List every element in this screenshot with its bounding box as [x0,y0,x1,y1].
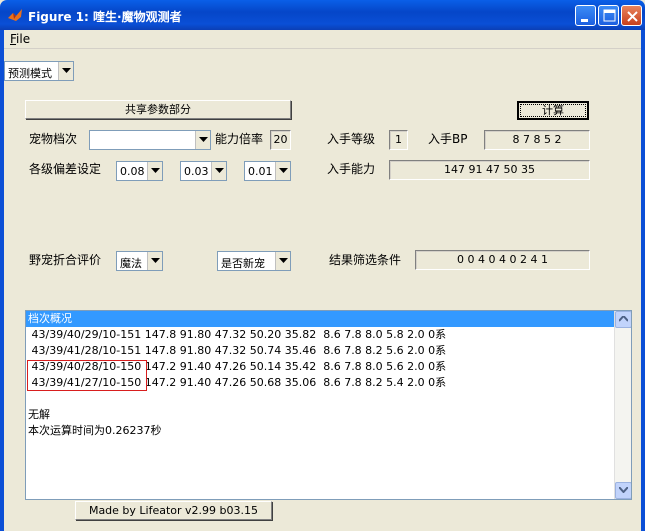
acquire-level-label: 入手等级 [327,132,376,146]
filter-input[interactable]: 0 0 4 0 4 0 2 4 1 [415,250,590,270]
chevron-down-icon [279,258,288,263]
deviation-value-1: 0.08 [120,165,145,178]
deviation-select-3[interactable]: 0.01 [244,161,291,181]
wild-eval-value: 魔法 [120,257,142,270]
results-listbox[interactable]: 档次概况 43/39/40/29/10-151 147.8 91.80 47.3… [25,310,632,500]
maximize-button[interactable] [598,5,619,26]
pet-grade-label: 宠物档次 [29,132,78,146]
scroll-up-button[interactable] [615,311,631,328]
acquire-ability-input[interactable]: 147 91 47 50 35 [389,160,590,180]
wild-eval-arrow[interactable] [147,252,162,270]
deviation-arrow-2[interactable] [211,162,226,180]
chevron-down-icon [279,168,288,173]
deviation-value-2: 0.03 [184,165,209,178]
ability-multiplier-input[interactable]: 20 [270,130,291,150]
deviation-select-1[interactable]: 0.08 [116,161,163,181]
chevron-down-icon [151,168,160,173]
deviation-select-2[interactable]: 0.03 [180,161,227,181]
wild-eval-label: 野宠折合评价 [29,253,102,267]
acquire-bp-input[interactable]: 8 7 8 5 2 [484,130,590,150]
deviation-arrow-1[interactable] [147,162,162,180]
results-line-6[interactable]: 无解 [26,407,616,423]
results-line-2[interactable]: 43/39/41/28/10-151 147.8 91.80 47.32 50.… [26,343,616,359]
results-line-1[interactable]: 43/39/40/29/10-151 147.8 91.80 47.32 50.… [26,327,616,343]
results-line-0[interactable]: 档次概况 [26,311,616,327]
close-button[interactable] [621,5,642,26]
calculate-button[interactable]: 计算 [517,101,589,120]
results-line-5[interactable] [26,391,616,407]
new-pet-arrow[interactable] [275,252,290,270]
chevron-down-icon [151,258,160,263]
acquire-bp-label: 入手BP [428,132,468,146]
menu-file[interactable]: File [10,32,30,46]
window-title: Figure 1: 喹生·魔物观测者 [28,10,182,24]
deviation-arrow-3[interactable] [275,162,290,180]
maximize-icon [603,9,616,22]
chevron-down-icon [199,137,208,142]
deviation-label: 各级偏差设定 [29,162,102,176]
chevron-down-icon [215,168,224,173]
deviation-value-3: 0.01 [248,165,273,178]
menu-bar: File [4,30,641,49]
wild-eval-select[interactable]: 魔法 [116,251,163,271]
minimize-button[interactable] [575,5,596,26]
ability-multiplier-label: 能力倍率 [215,132,264,146]
new-pet-value: 是否新宠 [221,257,265,270]
title-bar[interactable]: Figure 1: 喹生·魔物观测者 [0,0,645,30]
minimize-icon [581,19,588,22]
matlab-figure-icon [7,7,23,23]
results-line-7[interactable]: 本次运算时间为0.26237秒 [26,423,616,439]
scroll-down-button[interactable] [615,482,631,499]
shared-params-button[interactable]: 共享参数部分 [25,100,291,119]
results-scrollbar[interactable] [614,311,631,499]
chevron-down-icon [62,68,71,73]
mode-select[interactable]: 预测模式 [4,61,74,81]
new-pet-select[interactable]: 是否新宠 [217,251,291,271]
pet-grade-arrow[interactable] [195,131,210,149]
made-by-button[interactable]: Made by Lifeator v2.99 b03.15 [75,501,272,520]
mode-select-arrow[interactable] [58,62,73,80]
acquire-level-input[interactable]: 1 [389,130,408,150]
highlight-box [27,360,147,391]
window-border-right [641,30,645,531]
chevron-down-icon [619,487,628,493]
mode-select-value: 预测模式 [8,67,52,80]
pet-grade-select[interactable] [89,130,211,150]
close-icon [627,11,638,22]
chevron-up-icon [619,316,628,322]
acquire-ability-label: 入手能力 [327,162,376,176]
filter-label: 结果筛选条件 [329,253,402,267]
